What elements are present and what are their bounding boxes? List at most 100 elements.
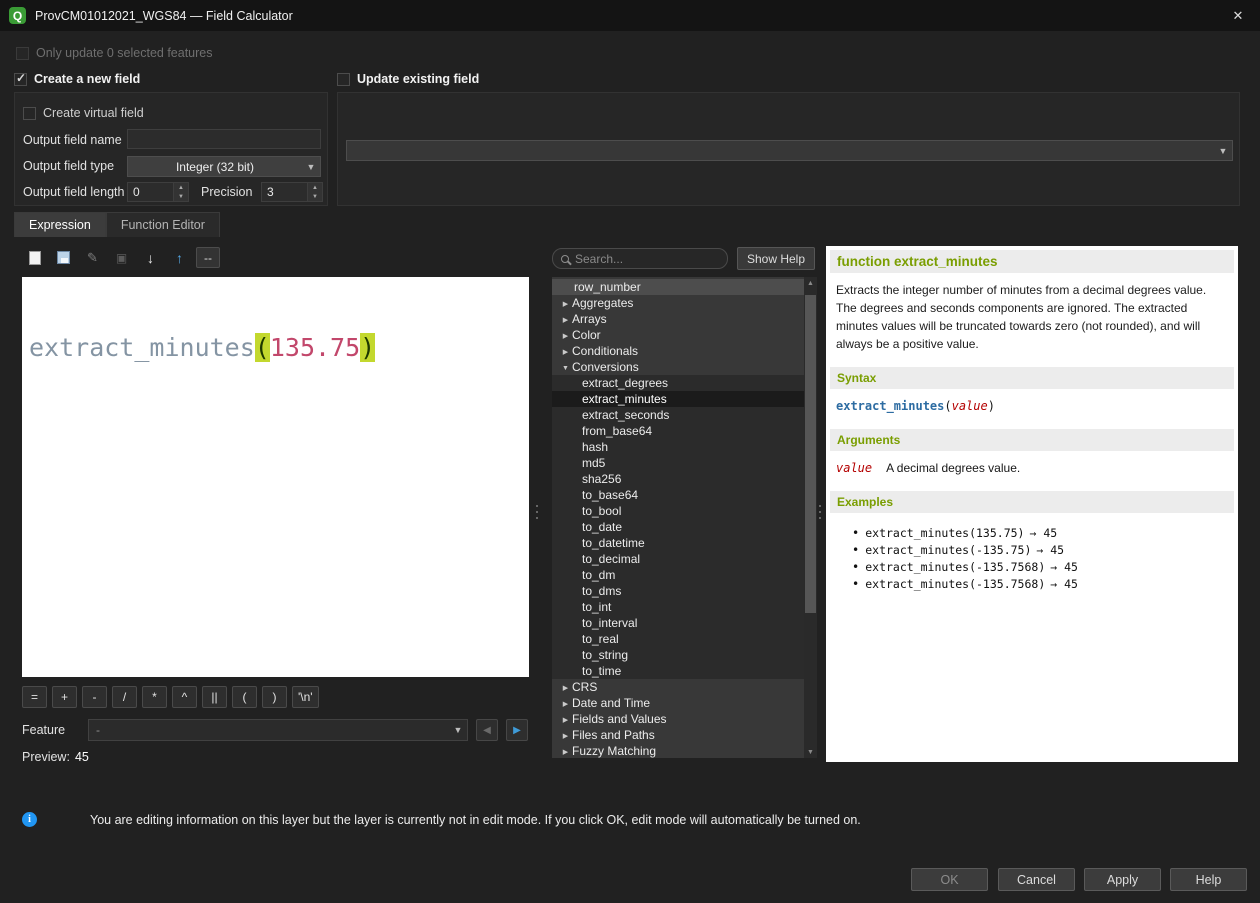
operator-newline-button[interactable]: '\n' [292,686,319,708]
edit-expression-button[interactable]: ✎ [80,246,105,269]
function-item-hash[interactable]: hash [552,439,804,455]
operator-close-paren-button[interactable]: ) [262,686,287,708]
splitter-handle[interactable] [816,490,824,534]
precision-spinbox[interactable]: 3 ▲▼ [261,182,323,202]
function-item-to-base64[interactable]: to_base64 [552,487,804,503]
function-group-conversions[interactable]: Conversions [552,359,804,375]
bullet-icon: • [852,526,859,540]
function-group-files-and-paths[interactable]: Files and Paths [552,727,804,743]
function-item-to-decimal[interactable]: to_decimal [552,551,804,567]
spin-down-icon[interactable]: ▼ [174,192,188,201]
export-expression-button[interactable]: ↑ [167,246,192,269]
expression-code: extract_minutes(135.75) [29,333,375,362]
function-item-from-base64[interactable]: from_base64 [552,423,804,439]
function-item-to-interval[interactable]: to_interval [552,615,804,631]
window-title: ProvCM01012021_WGS84 — Field Calculator [35,9,293,23]
function-item-to-date[interactable]: to_date [552,519,804,535]
spin-down-icon[interactable]: ▼ [308,192,322,201]
tree-scrollbar[interactable]: ▲ ▼ [804,277,817,758]
chevron-down-icon [559,358,572,377]
operator-divide-button[interactable]: / [112,686,137,708]
download-arrow-icon: ↓ [147,250,154,266]
function-item-extract-seconds[interactable]: extract_seconds [552,407,804,423]
expression-editor[interactable]: extract_minutes(135.75) [22,277,529,677]
function-item-to-dm[interactable]: to_dm [552,567,804,583]
function-group-fuzzy-matching[interactable]: Fuzzy Matching [552,743,804,758]
checkbox-checked-icon [14,73,27,86]
delete-expression-button[interactable]: ▣ [109,246,134,269]
function-item-extract-degrees[interactable]: extract_degrees [552,375,804,391]
only-update-checkbox[interactable]: Only update 0 selected features [16,46,213,60]
bullet-icon: • [852,543,859,557]
existing-field-combo[interactable]: ▼ [346,140,1233,161]
output-field-length-spinbox[interactable]: 0 ▲▼ [127,182,189,202]
function-item-to-bool[interactable]: to_bool [552,503,804,519]
function-group-date-and-time[interactable]: Date and Time [552,695,804,711]
scroll-up-icon[interactable]: ▲ [804,277,817,289]
import-expression-button[interactable]: ↓ [138,246,163,269]
scrollbar-thumb[interactable] [805,295,816,613]
function-item-md5[interactable]: md5 [552,455,804,471]
function-item-sha256[interactable]: sha256 [552,471,804,487]
new-field-groupbox: Create virtual field Output field name O… [14,92,328,206]
function-group-conditionals[interactable]: Conditionals [552,343,804,359]
example-item: •extract_minutes(-135.75)→ 45 [852,542,1228,559]
save-expression-button[interactable] [51,246,76,269]
checkbox-icon [337,73,350,86]
arguments-heading: Arguments [830,429,1234,451]
tab-expression[interactable]: Expression [14,212,106,237]
scroll-down-icon[interactable]: ▼ [804,746,817,758]
delete-icon: ▣ [116,251,127,265]
apply-button[interactable]: Apply [1084,868,1161,891]
operator-power-button[interactable]: ^ [172,686,197,708]
operator-equals-button[interactable]: = [22,686,47,708]
spin-up-icon[interactable]: ▲ [308,183,322,192]
function-group-crs[interactable]: CRS [552,679,804,695]
function-item-to-string[interactable]: to_string [552,647,804,663]
save-expression-icon [57,251,70,264]
cancel-button[interactable]: Cancel [998,868,1075,891]
function-item-extract-minutes[interactable]: extract_minutes [552,391,804,407]
update-existing-field-checkbox[interactable]: Update existing field [337,72,479,86]
create-virtual-field-checkbox[interactable]: Create virtual field [23,106,144,120]
function-item-to-time[interactable]: to_time [552,663,804,679]
operator-concat-button[interactable]: || [202,686,227,708]
operator-plus-button[interactable]: + [52,686,77,708]
checkbox-icon [16,47,29,60]
function-item-to-datetime[interactable]: to_datetime [552,535,804,551]
operator-open-paren-button[interactable]: ( [232,686,257,708]
output-field-type-label: Output field type [23,159,114,173]
function-group-color[interactable]: Color [552,327,804,343]
next-feature-button[interactable]: ▶ [506,719,528,741]
function-item-to-dms[interactable]: to_dms [552,583,804,599]
argument-description: A decimal degrees value. [886,461,1020,475]
search-input[interactable] [575,252,705,266]
operator-multiply-button[interactable]: * [142,686,167,708]
show-help-button[interactable]: Show Help [737,247,815,270]
feature-combo[interactable]: - ▼ [88,719,468,741]
function-item-to-real[interactable]: to_real [552,631,804,647]
output-field-type-combo[interactable]: Integer (32 bit) ▼ [127,156,321,177]
help-button[interactable]: Help [1170,868,1247,891]
tab-function-editor[interactable]: Function Editor [106,212,220,237]
function-group-fields-and-values[interactable]: Fields and Values [552,711,804,727]
function-group-arrays[interactable]: Arrays [552,311,804,327]
output-field-name-input[interactable] [127,129,321,149]
search-icon [561,255,569,263]
output-field-length-value: 0 [128,183,173,201]
spin-up-icon[interactable]: ▲ [174,183,188,192]
splitter-handle[interactable] [533,490,541,534]
function-item-row-number[interactable]: row_number [552,279,804,295]
preview-value: 45 [75,750,89,764]
examples-list: •extract_minutes(135.75)→ 45 •extract_mi… [826,513,1238,603]
function-help-panel: function extract_minutes Extracts the in… [826,246,1238,762]
function-item-to-int[interactable]: to_int [552,599,804,615]
dash-button[interactable]: -- [196,247,220,268]
function-group-aggregates[interactable]: Aggregates [552,295,804,311]
previous-feature-button[interactable]: ◀ [476,719,498,741]
operator-minus-button[interactable]: - [82,686,107,708]
new-expression-button[interactable] [22,246,47,269]
close-button[interactable]: ✕ [1216,0,1260,31]
ok-button[interactable]: OK [911,868,988,891]
create-new-field-checkbox[interactable]: Create a new field [14,72,140,86]
